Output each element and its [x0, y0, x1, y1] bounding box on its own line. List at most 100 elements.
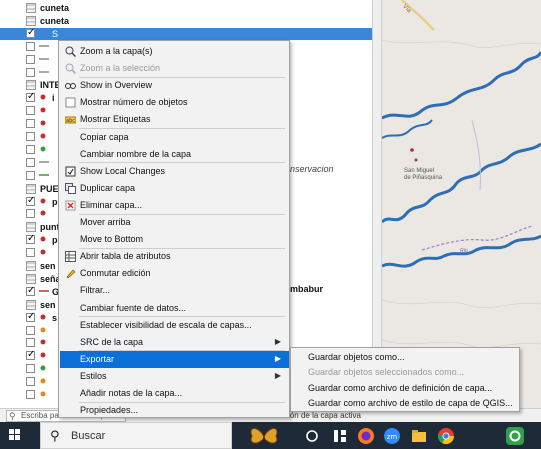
layer-row[interactable]: S — [0, 27, 372, 40]
submenu-item-guardar-como-archivo-de-definición-de-capa[interactable]: Guardar como archivo de definición de ca… — [292, 381, 518, 396]
menu-item-establecer-visibilidad-de-escala-de-capas[interactable]: Establecer visibilidad de escala de capa… — [60, 317, 289, 334]
start-icon[interactable] — [9, 429, 21, 441]
checkbox-icon — [65, 97, 76, 108]
layer-symbol-icon — [39, 106, 47, 116]
layer-visibility-checkbox[interactable] — [26, 144, 35, 154]
chrome-icon[interactable] — [436, 426, 456, 446]
layer-visibility-checkbox[interactable] — [26, 119, 35, 129]
task-view-icon[interactable] — [302, 426, 322, 446]
layer-visibility-checkbox[interactable] — [26, 67, 35, 77]
layer-symbol-icon — [39, 42, 49, 52]
menu-item-show-in-overview[interactable]: Show in Overview — [60, 77, 289, 94]
labels-icon: abc — [64, 114, 77, 125]
menu-item-label: Filtrar... — [80, 285, 111, 296]
layer-symbol-icon — [39, 364, 47, 374]
files-icon[interactable] — [409, 426, 429, 446]
layer-visibility-checkbox[interactable] — [26, 41, 35, 51]
layer-symbol-icon — [39, 132, 47, 142]
layer-symbol-icon — [39, 235, 47, 245]
menu-item-label: Añadir notas de la capa... — [80, 388, 183, 398]
menu-item-estilos[interactable]: Estilos ▶ — [60, 368, 289, 385]
zoom-icon[interactable]: zm — [382, 426, 402, 446]
layer-visibility-checkbox[interactable] — [26, 234, 35, 245]
menu-item-mover-arriba[interactable]: Mover arriba — [60, 214, 289, 231]
menu-item-zoom-a-la-capa-s[interactable]: Zoom a la capa(s) — [60, 43, 289, 60]
menu-item-label: Move to Bottom — [80, 234, 144, 245]
layer-symbol-icon — [39, 197, 47, 207]
layer-visibility-checkbox[interactable] — [26, 132, 35, 141]
layer-label-imbabur: mbabur — [290, 284, 324, 294]
taskbar-search[interactable]: ⚲ Buscar — [40, 422, 232, 449]
search-icon: ⚲ — [9, 411, 16, 421]
submenu-item-guardar-como-archivo-de-estilo-de-capa-de-qgis[interactable]: Guardar como archivo de estilo de capa d… — [292, 396, 518, 411]
layer-visibility-checkbox[interactable] — [26, 196, 35, 206]
menu-item-src-de-la-capa[interactable]: SRC de la capa ▶ — [60, 334, 289, 351]
submenu-item-label: Guardar como archivo de estilo de capa d… — [308, 397, 513, 408]
menu-item-zoom-a-la-selección[interactable]: Zoom a la selección — [60, 60, 289, 77]
layer-visibility-checkbox[interactable] — [26, 364, 35, 374]
menu-item-mostrar-número-de-objetos[interactable]: Mostrar número de objetos — [60, 94, 289, 111]
layer-visibility-checkbox[interactable] — [26, 286, 35, 296]
zoom-layer-icon — [65, 46, 77, 58]
layer-visibility-checkbox[interactable] — [26, 28, 35, 38]
layer-visibility-checkbox[interactable] — [26, 170, 35, 180]
menu-item-label: SRC de la capa — [80, 336, 144, 347]
table-icon — [26, 273, 36, 284]
layer-visibility-checkbox[interactable] — [26, 390, 35, 399]
menu-item-mostrar-etiquetas[interactable]: abc Mostrar Etiquetas — [60, 111, 289, 128]
layer-visibility-checkbox[interactable] — [26, 92, 35, 103]
menu-item-copiar-capa[interactable]: Copiar capa — [60, 129, 289, 146]
menu-item-propiedades[interactable]: Propiedades... — [60, 402, 289, 419]
qgis-icon[interactable] — [505, 426, 525, 446]
layer-visibility-checkbox[interactable] — [26, 157, 35, 167]
menu-item-añadir-notas-de-la-capa[interactable]: Añadir notas de la capa... — [60, 385, 289, 402]
menu-item-label: Exportar — [80, 353, 115, 364]
overview-icon — [65, 80, 76, 91]
menu-item-cambiar-fuente-de-datos[interactable]: Cambiar fuente de datos... — [60, 300, 289, 317]
submenu-item-guardar-objetos-como[interactable]: Guardar objetos como... — [292, 350, 518, 365]
layer-visibility-checkbox[interactable] — [26, 325, 35, 335]
layer-row[interactable]: cuneta — [0, 2, 372, 14]
butterfly-icon[interactable] — [248, 424, 280, 448]
layer-visibility-checkbox[interactable] — [26, 312, 35, 322]
menu-item-exportar[interactable]: Exportar ▶ — [60, 350, 289, 368]
menu-item-conmutar-edición[interactable]: Conmutar edición — [60, 265, 289, 282]
layer-symbol-icon — [39, 390, 47, 400]
menu-item-filtrar[interactable]: Filtrar... — [60, 282, 289, 299]
zoom-selection-icon — [65, 63, 77, 75]
menu-item-label: Mover arriba — [80, 217, 131, 227]
menu-item-duplicar-capa[interactable]: Duplicar capa — [60, 180, 289, 197]
layer-label: PUE — [40, 183, 59, 194]
map-label-town: San Miguel de Piñasquina — [404, 168, 443, 181]
menu-item-show-local-changes[interactable]: Show Local Changes — [60, 163, 289, 180]
layer-visibility-checkbox[interactable] — [26, 350, 35, 361]
layer-visibility-checkbox[interactable] — [26, 209, 35, 219]
layer-row[interactable]: cuneta — [0, 15, 372, 27]
layer-symbol-icon — [39, 338, 47, 348]
layer-visibility-checkbox[interactable] — [26, 106, 35, 116]
firefox-icon[interactable] — [356, 426, 376, 446]
layer-visibility-checkbox[interactable] — [26, 377, 35, 387]
chevron-right-icon: ▶ — [274, 336, 281, 346]
duplicate-icon — [65, 182, 76, 194]
taskbar-search-label: Buscar — [71, 430, 106, 442]
layer-symbol-icon — [39, 158, 49, 168]
search-icon: ⚲ — [50, 428, 60, 443]
menu-item-eliminar-capa[interactable]: Eliminar capa... — [60, 197, 289, 214]
layer-symbol-icon — [39, 209, 47, 219]
layer-symbol-icon — [39, 119, 47, 129]
local-changes-icon — [65, 166, 76, 177]
menu-item-move-to-bottom[interactable]: Move to Bottom — [60, 231, 289, 248]
submenu-item-guardar-objetos-seleccionados-como[interactable]: Guardar objetos seleccionados como... — [292, 365, 518, 380]
layer-visibility-checkbox[interactable] — [26, 338, 35, 348]
menu-item-cambiar-nombre-de-la-capa[interactable]: Cambiar nombre de la capa — [60, 146, 289, 163]
layer-visibility-checkbox[interactable] — [26, 54, 35, 64]
menu-item-abrir-tabla-de-atributos[interactable]: Abrir tabla de atributos — [60, 248, 289, 265]
layer-symbol-icon — [39, 313, 47, 323]
menu-item-label: Show Local Changes — [80, 165, 166, 176]
menu-item-label: Propiedades... — [80, 405, 139, 416]
widgets-icon[interactable] — [330, 426, 350, 446]
chevron-right-icon: ▶ — [274, 370, 281, 380]
layer-visibility-checkbox[interactable] — [26, 248, 35, 258]
table-icon — [26, 80, 36, 91]
